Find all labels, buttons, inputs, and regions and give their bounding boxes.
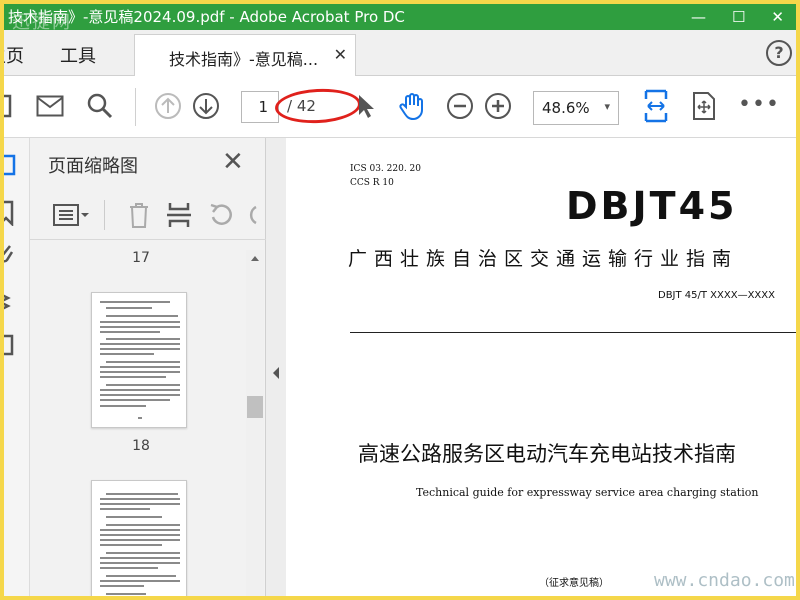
standard-logo: DBJT45 — [566, 184, 738, 228]
page-thumbnails-icon[interactable] — [4, 154, 18, 178]
save-icon[interactable] — [4, 90, 22, 122]
layers-icon[interactable] — [4, 288, 18, 314]
tab-home[interactable]: 主页 — [4, 42, 24, 68]
zoom-dropdown[interactable]: 48.6% ▾ — [533, 91, 619, 125]
minimize-button[interactable]: — — [691, 4, 706, 30]
document-title: 高速公路服务区电动汽车充电站技术指南 — [358, 442, 736, 466]
tab-tools[interactable]: 工具 — [60, 42, 96, 68]
more-tools-icon[interactable]: ••• — [738, 92, 780, 117]
previous-page-icon[interactable] — [152, 90, 184, 122]
ccs-code: CCS R 10 — [350, 178, 394, 188]
rotate-clockwise-icon[interactable] — [244, 200, 260, 230]
toolbar-separator — [135, 88, 136, 126]
window-controls: — ☐ ✕ — [691, 4, 784, 30]
thumbnail-label-18: 18 — [132, 438, 150, 454]
page-number-input[interactable]: 1 — [241, 91, 279, 123]
zoom-in-icon[interactable] — [482, 90, 514, 122]
thumbnail-label-17: 17 — [132, 250, 150, 266]
standard-number: DBJT 45/T XXXX—XXXX — [658, 290, 775, 301]
attachment-icon[interactable] — [4, 242, 18, 266]
delete-icon[interactable] — [124, 200, 154, 230]
options-menu-icon[interactable] — [52, 200, 92, 230]
close-window-button[interactable]: ✕ — [771, 4, 784, 30]
ics-code: ICS 03. 220. 20 — [350, 164, 421, 174]
tab-row: 主页 工具 技术指南》-意见稿... ✕ ? — [4, 30, 796, 76]
bookmark-icon[interactable] — [4, 200, 18, 226]
document-view[interactable]: ICS 03. 220. 20 CCS R 10 DBJT45 广西壮族自治区交… — [286, 138, 796, 596]
panel-title: 页面缩略图 — [48, 156, 138, 177]
panel-toolbar — [30, 190, 266, 240]
document-subtitle: Technical guide for expressway service a… — [416, 486, 759, 499]
thumbnail-page-18[interactable] — [91, 480, 187, 596]
fit-width-icon[interactable] — [640, 89, 672, 123]
industry-heading: 广西壮族自治区交通运输行业指南 — [348, 248, 739, 270]
draft-label: （征求意见稿） — [539, 578, 609, 589]
scrollbar-thumb[interactable] — [247, 396, 263, 418]
watermark-logo: 迅捷网 — [12, 12, 72, 30]
site-watermark: www.cndao.com — [654, 570, 795, 591]
maximize-button[interactable]: ☐ — [732, 4, 745, 30]
mail-icon[interactable] — [34, 90, 66, 122]
tab-document[interactable]: 技术指南》-意见稿... ✕ — [134, 34, 356, 76]
split-page-icon[interactable] — [164, 200, 194, 230]
next-page-icon[interactable] — [190, 90, 222, 122]
page-thumbnails-panel: 页面缩略图 ✕ 17 18 — [30, 138, 266, 596]
acrobat-window: 技术指南》-意见稿2024.09.pdf - Adobe Acrobat Pro… — [4, 4, 796, 596]
document-page: ICS 03. 220. 20 CCS R 10 DBJT45 广西壮族自治区交… — [286, 138, 796, 596]
rotate-icon[interactable] — [206, 200, 236, 230]
document-properties-icon[interactable] — [4, 332, 18, 358]
collapse-left-icon[interactable] — [271, 366, 281, 380]
chevron-down-icon: ▾ — [604, 100, 610, 113]
panel-separator — [104, 200, 105, 230]
search-icon[interactable] — [84, 90, 116, 122]
select-cursor-icon[interactable] — [350, 90, 382, 122]
left-navigation-strip — [4, 138, 30, 596]
zoom-out-icon[interactable] — [444, 90, 476, 122]
full-screen-icon[interactable] — [688, 90, 720, 122]
close-panel-icon[interactable]: ✕ — [222, 147, 244, 177]
zoom-value: 48.6% — [542, 99, 590, 117]
thumbnail-scrollbar[interactable] — [246, 250, 264, 596]
header-rule — [350, 332, 796, 333]
scroll-up-icon[interactable] — [250, 254, 260, 262]
document-tab-label: 技术指南》-意见稿... — [169, 50, 319, 69]
hand-tool-icon[interactable] — [396, 90, 428, 122]
thumbnail-page-17[interactable] — [91, 292, 187, 428]
panel-collapse-strip[interactable] — [266, 138, 286, 596]
annotation-circle — [274, 86, 362, 126]
title-bar: 技术指南》-意见稿2024.09.pdf - Adobe Acrobat Pro… — [4, 4, 796, 30]
help-icon[interactable]: ? — [766, 40, 792, 66]
toolbar: 1 / 42 48.6% ▾ ••• — [4, 76, 796, 138]
close-tab-icon[interactable]: ✕ — [334, 45, 347, 64]
